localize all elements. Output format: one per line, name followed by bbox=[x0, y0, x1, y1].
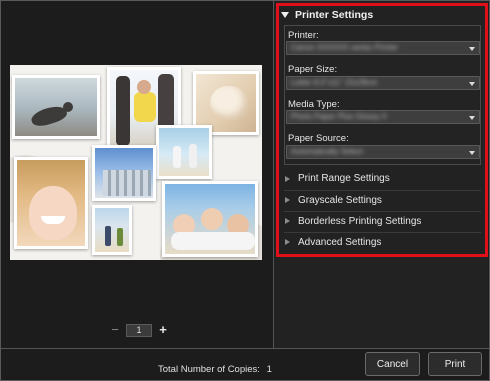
previous-page-button[interactable]: − bbox=[110, 323, 120, 337]
paper-size-value: Letter 8.5"x11" 22x28cm bbox=[291, 78, 378, 87]
printer-settings-header[interactable]: Printer Settings bbox=[281, 7, 481, 22]
footer-divider bbox=[1, 348, 489, 349]
total-copies-label: Total Number of Copies: bbox=[158, 364, 260, 375]
printer-settings-title: Printer Settings bbox=[295, 8, 374, 21]
section-label: Print Range Settings bbox=[298, 173, 390, 184]
paper-source-value: Automatically Select bbox=[291, 147, 364, 156]
dropdown-arrow-icon bbox=[469, 116, 475, 120]
expand-triangle-icon bbox=[285, 218, 290, 224]
borderless-printing-settings-header[interactable]: Borderless Printing Settings bbox=[284, 211, 481, 230]
print-range-settings-header[interactable]: Print Range Settings bbox=[284, 169, 481, 188]
collapse-triangle-icon bbox=[281, 11, 289, 18]
dropdown-arrow-icon bbox=[469, 82, 475, 86]
print-button[interactable]: Print bbox=[428, 352, 482, 376]
dropdown-arrow-icon bbox=[469, 151, 475, 155]
media-type-select[interactable]: Photo Paper Plus Glossy II bbox=[286, 110, 480, 124]
photo-smiling-girl bbox=[14, 157, 88, 249]
photo-family-lying bbox=[162, 181, 258, 257]
paper-source-select[interactable]: Automatically Select bbox=[286, 145, 480, 159]
grayscale-settings-header[interactable]: Grayscale Settings bbox=[284, 190, 481, 209]
page-navigator: − 1 + bbox=[110, 323, 175, 337]
printer-select[interactable]: Canon XXXXXX series Printer bbox=[286, 41, 480, 55]
photo-kids-beach bbox=[92, 205, 132, 255]
section-label: Grayscale Settings bbox=[298, 194, 382, 206]
section-label: Advanced Settings bbox=[298, 236, 382, 248]
expand-triangle-icon bbox=[285, 239, 290, 245]
expand-triangle-icon bbox=[285, 175, 290, 182]
printer-label: Printer: bbox=[288, 30, 319, 41]
printer-value: Canon XXXXXX series Printer bbox=[291, 43, 399, 52]
media-type-label: Media Type: bbox=[288, 99, 340, 110]
total-copies-value: 1 bbox=[266, 364, 272, 375]
paper-source-label: Paper Source: bbox=[288, 133, 349, 144]
next-page-button[interactable]: + bbox=[158, 323, 168, 337]
photo-seal bbox=[12, 75, 100, 139]
expand-triangle-icon bbox=[285, 197, 290, 203]
layout-preview bbox=[10, 65, 262, 260]
paper-size-label: Paper Size: bbox=[288, 64, 338, 75]
paper-size-select[interactable]: Letter 8.5"x11" 22x28cm bbox=[286, 76, 480, 90]
cancel-button[interactable]: Cancel bbox=[365, 352, 420, 376]
total-copies: Total Number of Copies: 1 bbox=[158, 364, 272, 375]
photo-couple-beach bbox=[156, 125, 212, 179]
photo-boy-city bbox=[92, 145, 156, 201]
media-type-value: Photo Paper Plus Glossy II bbox=[291, 112, 387, 121]
dropdown-arrow-icon bbox=[469, 47, 475, 51]
advanced-settings-header[interactable]: Advanced Settings bbox=[284, 232, 481, 251]
page-number-field[interactable]: 1 bbox=[126, 323, 152, 337]
section-label: Borderless Printing Settings bbox=[298, 215, 422, 227]
